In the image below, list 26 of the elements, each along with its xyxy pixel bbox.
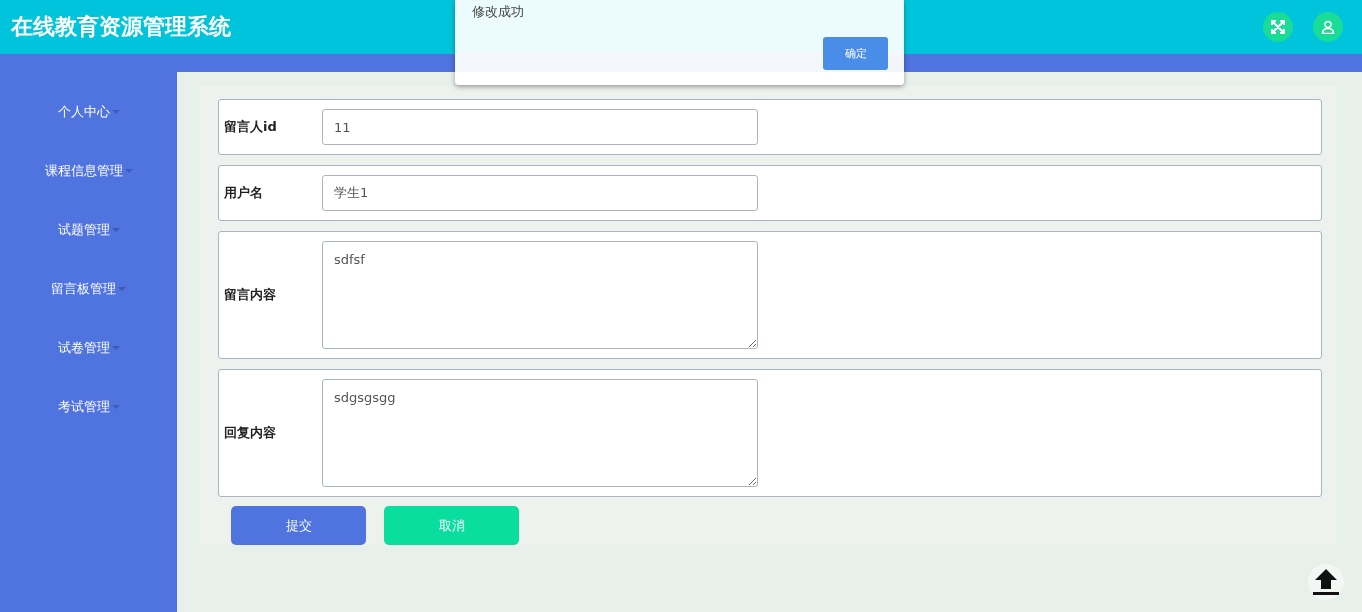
user-icon[interactable]: [1313, 12, 1343, 42]
upload-icon[interactable]: [1308, 564, 1344, 600]
field-label: 留言内容: [224, 286, 277, 304]
caret-icon: [111, 110, 120, 114]
menu-item[interactable]: 试卷管理: [57, 339, 110, 357]
input-field[interactable]: 11: [322, 109, 758, 145]
caret-icon: [118, 287, 126, 291]
dialog-message: 修改成功: [472, 3, 525, 21]
menu-item[interactable]: 个人中心: [57, 103, 110, 121]
submit-button[interactable]: 提交: [231, 506, 366, 545]
caret-icon: [111, 405, 120, 409]
caret-icon: [111, 346, 120, 350]
text-area[interactable]: sdgsgsgg: [322, 379, 758, 487]
field-label: 留言人id: [224, 118, 278, 136]
confirm-button[interactable]: 确定: [823, 37, 888, 70]
caret-icon: [124, 169, 133, 173]
menu-item[interactable]: 留言板管理: [51, 280, 116, 298]
menu-item[interactable]: 课程信息管理: [44, 162, 123, 180]
input-field[interactable]: 学生1: [322, 175, 758, 211]
fullscreen-icon[interactable]: [1263, 12, 1293, 42]
text-area[interactable]: sdfsf: [322, 241, 758, 349]
menu-item[interactable]: 考试管理: [57, 398, 110, 416]
menu-item[interactable]: 试题管理: [57, 221, 110, 239]
field-label: 回复内容: [224, 424, 277, 442]
field-label: 用户名: [224, 184, 264, 202]
caret-icon: [111, 228, 120, 232]
